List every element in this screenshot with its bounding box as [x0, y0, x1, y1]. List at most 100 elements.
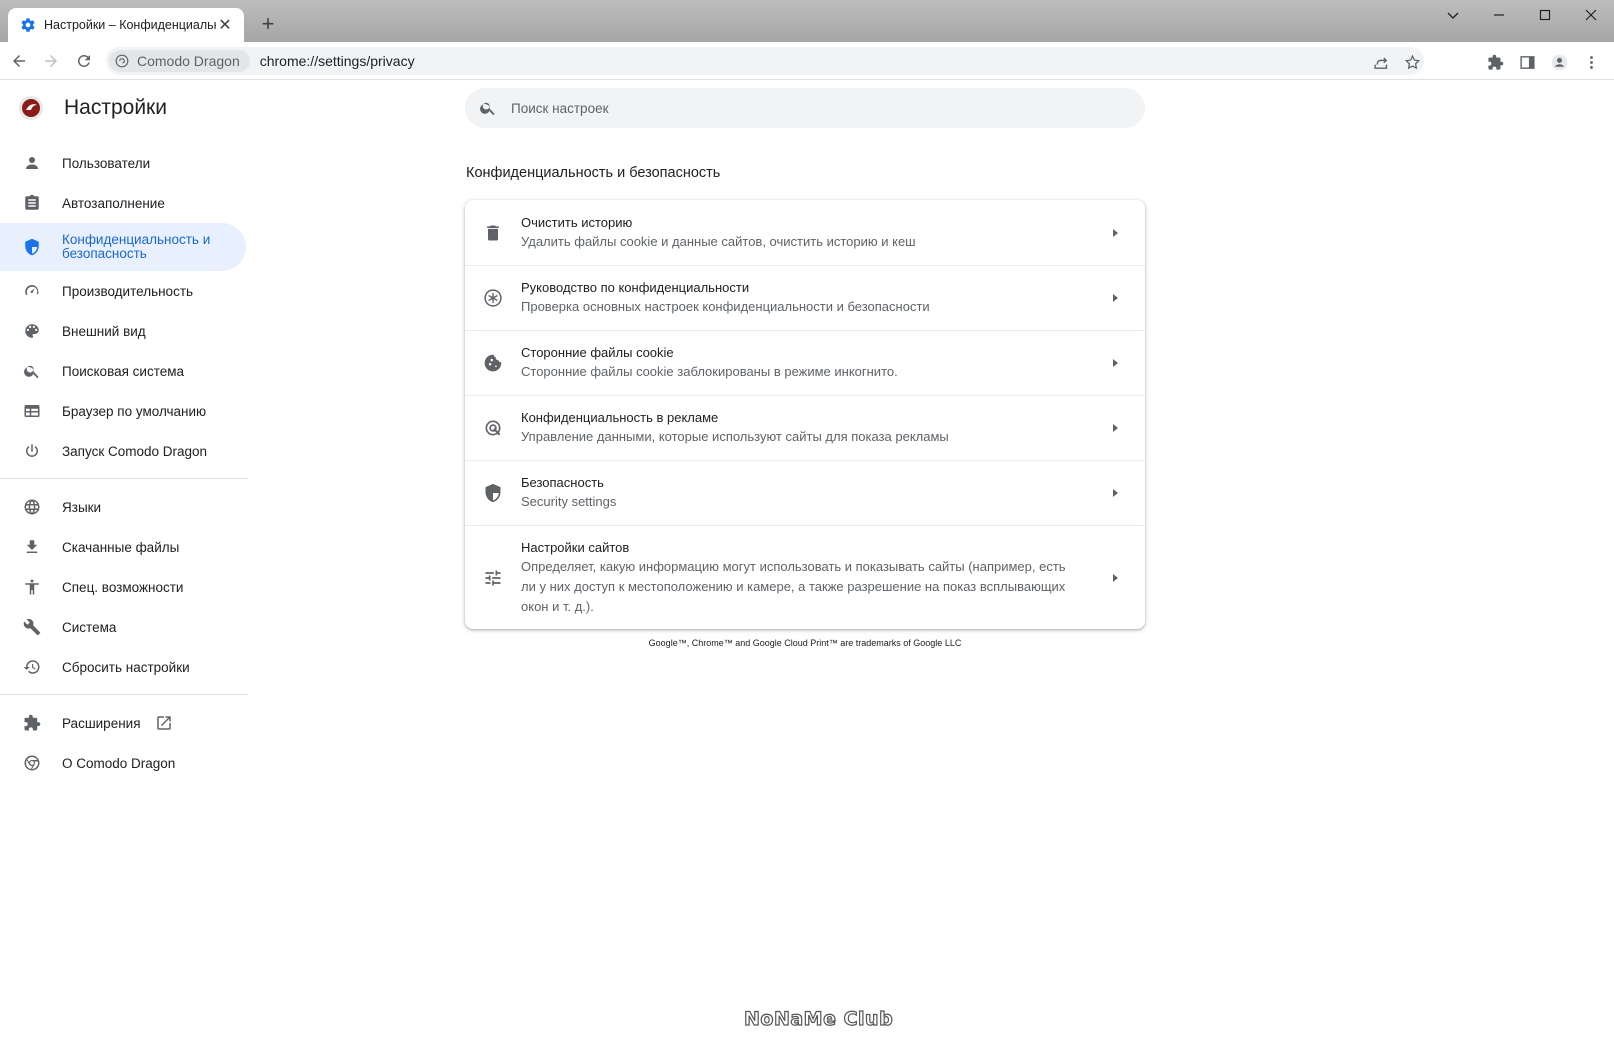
menu-kebab-icon[interactable] — [1580, 51, 1602, 73]
row-subtitle: Сторонние файлы cookie заблокированы в р… — [521, 364, 898, 379]
sidebar-item-system[interactable]: Система — [0, 607, 250, 647]
forward-button[interactable] — [39, 49, 63, 73]
tab-close-icon[interactable]: ✕ — [216, 16, 234, 34]
row-title: Конфиденциальность в рекламе — [521, 410, 719, 425]
chevron-right-icon — [1105, 288, 1125, 308]
gear-icon — [20, 17, 36, 33]
chrome-icon — [22, 753, 42, 773]
back-button[interactable] — [7, 49, 31, 73]
row-subtitle: Управление данными, которые используют с… — [521, 429, 949, 444]
sidebar-item-label: О Comodo Dragon — [62, 755, 176, 771]
search-icon — [480, 102, 495, 116]
row-site-settings[interactable]: Настройки сайтов Определяет, какую инфор… — [465, 525, 1145, 629]
speedometer-icon — [22, 281, 42, 301]
sidebar-item-downloads[interactable]: Скачанные файлы — [0, 527, 250, 567]
sidebar-item-label: Конфиденциальность и безопасность — [62, 232, 211, 261]
share-icon[interactable] — [1370, 51, 1392, 73]
sidebar-item-on-startup[interactable]: Запуск Comodo Dragon — [0, 431, 250, 471]
sidebar-item-label: Языки — [62, 499, 102, 515]
person-icon — [22, 153, 42, 173]
sidebar-item-label: Система — [62, 619, 117, 635]
sidebar-item-accessibility[interactable]: Спец. возможности — [0, 567, 250, 607]
row-title: Руководство по конфиденциальности — [521, 280, 750, 295]
search-icon — [22, 361, 42, 381]
dragon-site-icon — [115, 54, 129, 68]
wrench-icon — [22, 617, 42, 637]
bookmark-star-icon[interactable] — [1401, 51, 1423, 73]
reload-button[interactable] — [72, 49, 96, 73]
sidebar-item-languages[interactable]: Языки — [0, 487, 250, 527]
puzzle-icon — [22, 713, 42, 733]
privacy-settings-card: Очистить историю Удалить файлы cookie и … — [465, 200, 1145, 629]
side-panel-icon[interactable] — [1516, 51, 1538, 73]
clipboard-icon — [22, 193, 42, 213]
palette-icon — [22, 321, 42, 341]
row-subtitle: Определяет, какую информацию могут испол… — [521, 558, 1066, 614]
watermark-text: NoNaMe Club — [743, 1007, 894, 1030]
arrow-left-icon — [13, 55, 25, 67]
sidebar-item-label: Пользователи — [62, 155, 151, 171]
reload-icon — [77, 54, 90, 67]
shield-icon — [22, 237, 42, 257]
accessibility-icon — [22, 577, 42, 597]
tune-icon — [483, 568, 503, 588]
settings-search-field[interactable]: Поиск настроек — [465, 88, 1145, 128]
page-title: Настройки — [64, 96, 167, 119]
sidebar-item-label: Браузер по умолчанию — [62, 403, 207, 419]
sidebar-item-performance[interactable]: Производительность — [0, 271, 250, 311]
sidebar-item-search-engine[interactable]: Поисковая система — [0, 351, 250, 391]
sidebar-item-privacy[interactable]: Конфиденциальность и безопасность — [0, 223, 246, 271]
sidebar-divider — [0, 478, 248, 479]
sidebar-item-label: Спец. возможности — [62, 579, 184, 595]
row-ad-privacy[interactable]: Конфиденциальность в рекламе Управление … — [465, 395, 1145, 460]
sidebar-item-label: Внешний вид — [62, 323, 146, 339]
download-icon — [22, 537, 42, 557]
sidebar-item-label: Автозаполнение — [62, 195, 165, 211]
row-security[interactable]: Безопасность Security settings — [465, 460, 1145, 525]
sidebar-item-appearance[interactable]: Внешний вид — [0, 311, 250, 351]
site-info-chip[interactable]: Comodo Dragon — [109, 50, 250, 72]
tab-search-chevron-down-icon[interactable] — [1430, 0, 1476, 30]
minimize-icon[interactable] — [1476, 0, 1522, 30]
extensions-puzzle-icon[interactable] — [1484, 51, 1506, 73]
browser-toolbar: Comodo Dragon chrome://settings/privacy — [0, 42, 1614, 80]
sidebar-item-about[interactable]: О Comodo Dragon — [0, 743, 250, 783]
trash-icon — [483, 223, 503, 243]
site-chip-label: Comodo Dragon — [137, 53, 240, 69]
chevron-right-icon — [1105, 353, 1125, 373]
sidebar-item-label: Расширения — [62, 715, 141, 731]
settings-header: Настройки — [18, 95, 167, 121]
close-window-icon[interactable] — [1568, 0, 1614, 30]
new-tab-button[interactable]: + — [256, 11, 280, 36]
sidebar-item-people[interactable]: Пользователи — [0, 143, 250, 183]
power-icon — [22, 441, 42, 461]
browser-tab[interactable]: Настройки – Конфиденциальность и безопас… — [8, 8, 244, 42]
tab-title: Настройки – Конфиденциальность и безопас… — [44, 18, 216, 32]
profile-avatar-icon[interactable] — [1548, 51, 1570, 73]
row-title: Сторонние файлы cookie — [521, 345, 674, 360]
comodo-dragon-logo — [19, 96, 43, 120]
row-third-party-cookies[interactable]: Сторонние файлы cookie Сторонние файлы c… — [465, 330, 1145, 395]
title-bar: Настройки – Конфиденциальность и безопас… — [0, 0, 1614, 42]
sidebar-item-label: Производительность — [62, 283, 194, 299]
row-subtitle: Удалить файлы cookie и данные сайтов, оч… — [521, 233, 916, 249]
row-subtitle: Проверка основных настроек конфиденциаль… — [521, 299, 930, 314]
address-bar[interactable]: Comodo Dragon chrome://settings/privacy — [106, 47, 1424, 75]
chevron-right-icon — [1105, 483, 1125, 503]
row-title: Безопасность — [521, 475, 604, 490]
trademark-note: Google™, Chrome™ and Google Cloud Print™… — [648, 638, 962, 648]
row-clear-browsing-data[interactable]: Очистить историю Удалить файлы cookie и … — [465, 200, 1145, 265]
maximize-icon[interactable] — [1522, 0, 1568, 30]
url-text[interactable]: chrome://settings/privacy — [260, 53, 415, 69]
open-in-new-icon — [156, 716, 171, 730]
search-placeholder[interactable]: Поиск настроек — [511, 101, 609, 116]
sidebar-item-extensions[interactable]: Расширения — [0, 703, 250, 743]
sidebar-item-autofill[interactable]: Автозаполнение — [0, 183, 250, 223]
row-title: Очистить историю — [521, 214, 633, 230]
sidebar-item-label: Поисковая система — [62, 363, 185, 379]
row-privacy-guide[interactable]: Руководство по конфиденциальности Провер… — [465, 265, 1145, 330]
sidebar-item-default-browser[interactable]: Браузер по умолчанию — [0, 391, 250, 431]
privacy-guide-icon — [483, 288, 503, 308]
section-title: Конфиденциальность и безопасность — [466, 165, 721, 181]
sidebar-item-reset[interactable]: Сбросить настройки — [0, 647, 250, 687]
